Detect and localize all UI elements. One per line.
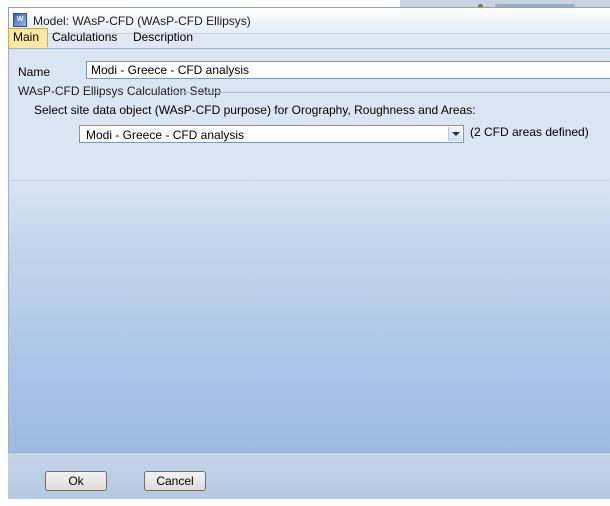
cfd-areas-note: (2 CFD areas defined): [470, 125, 589, 139]
tab-calculations[interactable]: Calculations: [48, 28, 121, 47]
section-divider: [9, 180, 609, 181]
name-label: Name: [18, 65, 51, 79]
site-data-select[interactable]: Modi - Greece - CFD analysis: [79, 125, 464, 143]
ok-button[interactable]: Ok: [45, 471, 107, 491]
window-title: Model: WAsP-CFD (WAsP-CFD Ellipsys): [33, 14, 251, 28]
group-description: Select site data object (WAsP-CFD purpos…: [34, 103, 476, 117]
site-data-select-value: Modi - Greece - CFD analysis: [86, 128, 245, 142]
group-divider: [170, 92, 610, 93]
chevron-down-icon[interactable]: [448, 127, 462, 141]
name-input[interactable]: [86, 61, 610, 79]
wasp-app-icon: W: [13, 13, 27, 27]
cancel-button[interactable]: Cancel: [144, 471, 206, 491]
tab-main[interactable]: Main: [8, 28, 48, 47]
tab-description[interactable]: Description: [129, 28, 197, 47]
group-title: WAsP-CFD Ellipsys Calculation Setup: [18, 84, 221, 98]
dialog-footer: Ok Cancel: [8, 452, 610, 499]
